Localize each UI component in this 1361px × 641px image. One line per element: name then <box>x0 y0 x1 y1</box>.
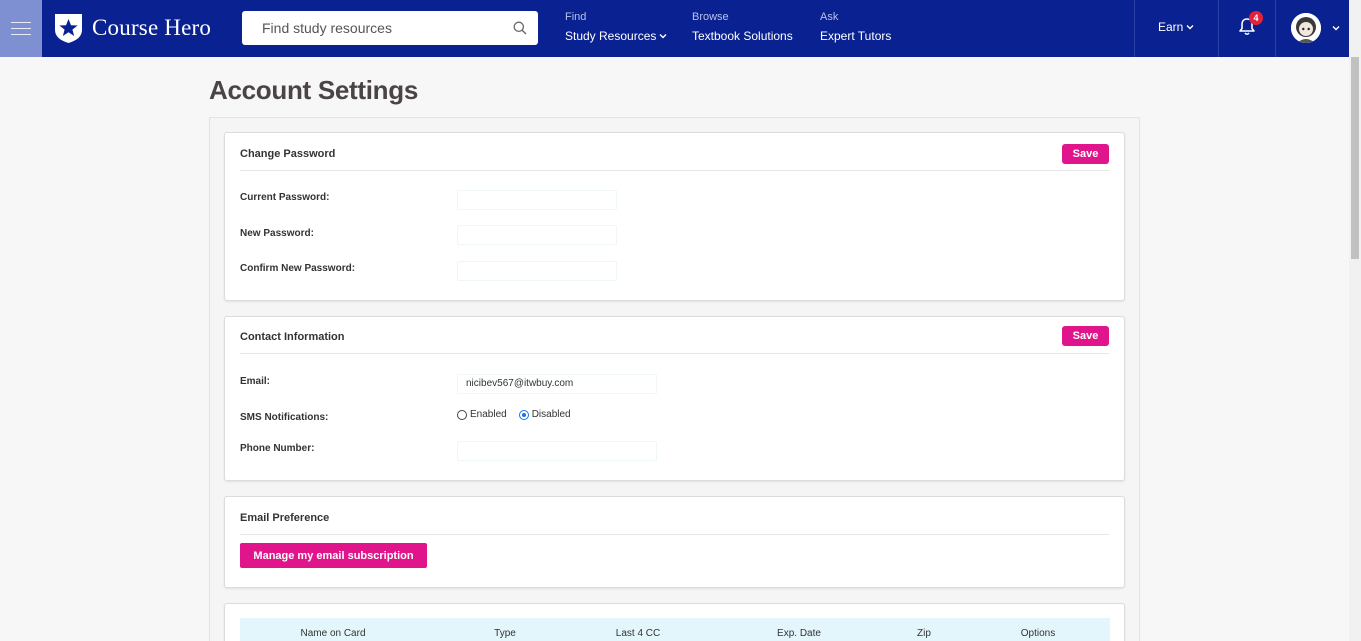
nav-textbook-solutions[interactable]: Textbook Solutions <box>692 29 793 43</box>
save-password-button[interactable]: Save <box>1062 144 1109 164</box>
notification-badge: 4 <box>1249 11 1263 25</box>
current-password-field[interactable] <box>457 190 617 210</box>
column-header: Options <box>1020 628 1056 639</box>
divider <box>240 534 1109 535</box>
email-preference-panel: Email Preference Manage my email subscri… <box>224 496 1125 588</box>
email-field[interactable]: nicibev567@itwbuy.com <box>457 374 657 394</box>
confirm-password-label: Confirm New Password: <box>240 263 356 274</box>
nav-study-resources[interactable]: Study Resources <box>565 29 656 43</box>
phone-number-field[interactable] <box>457 441 657 461</box>
shield-star-icon <box>55 14 82 43</box>
new-password-label: New Password: <box>240 228 314 239</box>
earn-menu[interactable]: Earn <box>1158 20 1194 34</box>
scrollbar-thumb[interactable] <box>1351 57 1359 259</box>
header-divider <box>1218 0 1219 57</box>
search-input[interactable] <box>242 11 492 45</box>
sms-radio-group: Enabled Disabled <box>457 409 571 420</box>
nav-find[interactable]: Find Study Resources <box>565 10 667 43</box>
sms-notifications-label: SMS Notifications: <box>240 412 329 423</box>
panel-title: Email Preference <box>240 512 330 524</box>
panel-title: Contact Information <box>240 331 345 343</box>
page-title: Account Settings <box>209 75 418 105</box>
logo-text: Course Hero <box>92 15 212 40</box>
cards-table-header: Name on Card Type Last 4 CC Exp. Date Zi… <box>240 618 1110 641</box>
save-contact-button[interactable]: Save <box>1062 326 1109 346</box>
new-password-field[interactable] <box>457 225 617 245</box>
confirm-password-field[interactable] <box>457 261 617 281</box>
sms-disabled-radio[interactable] <box>518 409 529 420</box>
column-header: Name on Card <box>300 628 366 639</box>
manage-email-subscription-button[interactable]: Manage my email subscription <box>240 543 427 568</box>
top-navigation-bar: Course Hero Find Study Resources Browse … <box>0 0 1349 57</box>
payment-cards-panel: Name on Card Type Last 4 CC Exp. Date Zi… <box>224 603 1125 641</box>
nav-browse-small: Browse <box>692 11 729 23</box>
contact-information-panel: Contact Information Save Email: nicibev5… <box>224 316 1125 481</box>
chevron-down-icon <box>659 34 667 39</box>
nav-browse[interactable]: Browse Textbook Solutions <box>692 10 793 43</box>
header-divider <box>1134 0 1135 57</box>
sms-disabled-label[interactable]: Disabled <box>532 409 571 420</box>
search-box <box>242 11 538 45</box>
user-avatar-icon <box>1291 13 1321 43</box>
column-header: Type <box>494 628 516 639</box>
change-password-panel: Change Password Save Current Password: N… <box>224 132 1125 301</box>
avatar[interactable] <box>1291 13 1321 43</box>
nav-ask[interactable]: Ask Expert Tutors <box>820 10 891 43</box>
sms-enabled-label[interactable]: Enabled <box>470 409 507 420</box>
chevron-down-icon <box>1186 25 1194 30</box>
hamburger-menu-icon[interactable] <box>0 0 42 57</box>
nav-ask-small: Ask <box>820 11 839 23</box>
chevron-down-icon[interactable] <box>1332 25 1340 31</box>
panel-title: Change Password <box>240 148 336 160</box>
divider <box>240 353 1109 354</box>
course-hero-logo[interactable]: Course Hero <box>53 12 211 44</box>
earn-label: Earn <box>1158 20 1184 34</box>
current-password-label: Current Password: <box>240 192 330 203</box>
column-header: Last 4 CC <box>615 628 661 639</box>
email-label: Email: <box>240 376 271 387</box>
column-header: Exp. Date <box>777 628 821 639</box>
header-divider <box>1275 0 1276 57</box>
column-header: Zip <box>917 628 931 639</box>
phone-number-label: Phone Number: <box>240 443 315 454</box>
nav-find-small: Find <box>565 11 587 23</box>
nav-expert-tutors[interactable]: Expert Tutors <box>820 29 891 43</box>
sms-enabled-radio[interactable] <box>457 409 467 420</box>
divider <box>240 170 1109 171</box>
search-icon[interactable] <box>513 21 527 35</box>
